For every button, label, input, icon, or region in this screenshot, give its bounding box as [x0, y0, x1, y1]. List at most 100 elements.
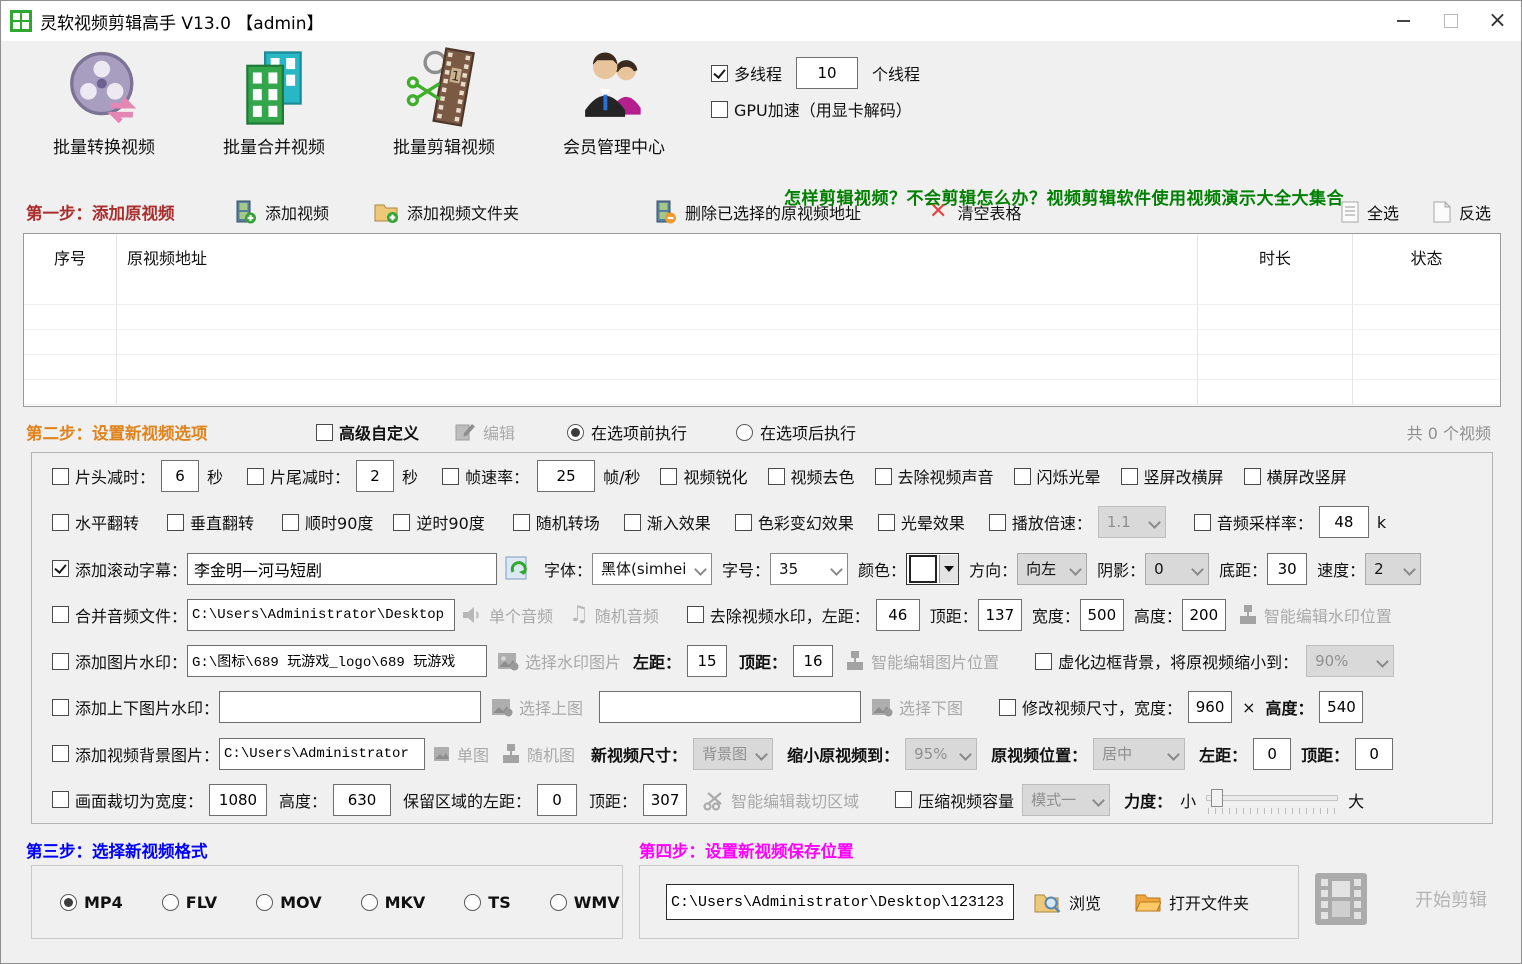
close-button[interactable]: ×	[1474, 1, 1521, 41]
choose-bottom-image-button[interactable]: 选择下图	[871, 695, 963, 719]
maximize-button[interactable]	[1427, 1, 1474, 41]
position-select[interactable]: 居中	[1093, 738, 1185, 770]
format-mkv[interactable]: MKV	[361, 893, 426, 912]
choose-top-image-button[interactable]: 选择上图	[491, 695, 583, 719]
exec-before-radio-group[interactable]: 在选项前执行	[567, 414, 687, 450]
format-wmv[interactable]: WMV	[550, 893, 620, 912]
thread-count-input[interactable]	[796, 57, 858, 89]
smart-watermark-position-button[interactable]: 智能编辑水印位置	[1238, 603, 1392, 627]
image-watermark-left-input[interactable]	[687, 645, 727, 677]
smart-image-position-button[interactable]: 智能编辑图片位置	[845, 649, 999, 673]
head-trim-checkbox[interactable]	[52, 468, 69, 485]
exec-after-radio[interactable]	[736, 424, 753, 441]
halo-checkbox[interactable]	[878, 514, 895, 531]
multithread-checkbox[interactable]	[711, 65, 728, 82]
choose-watermark-image-button[interactable]: 选择水印图片	[497, 649, 621, 673]
new-size-select[interactable]: 背景图	[693, 738, 773, 770]
decolor-checkbox[interactable]	[768, 468, 785, 485]
bg-image-path-input[interactable]	[219, 738, 425, 770]
batch-convert-button[interactable]: 批量转换视频	[19, 47, 189, 158]
tail-trim-checkbox[interactable]	[247, 468, 264, 485]
compress-mode-select[interactable]: 模式一	[1022, 784, 1110, 816]
clear-table-button[interactable]: ✕ 清空表格	[929, 195, 1021, 229]
edit-button[interactable]: 编辑	[453, 414, 515, 450]
bg-left-input[interactable]	[1253, 738, 1291, 770]
v2h-checkbox[interactable]	[1121, 468, 1138, 485]
subtitle-color-select[interactable]	[906, 553, 959, 585]
sample-rate-checkbox[interactable]	[1194, 514, 1211, 531]
format-mov[interactable]: MOV	[256, 893, 321, 912]
tb-watermark-checkbox[interactable]	[52, 699, 69, 716]
random-image-button[interactable]: 随机图	[501, 742, 575, 766]
start-button[interactable]	[1315, 873, 1367, 925]
bottom-image-path-input[interactable]	[599, 691, 861, 723]
refresh-icon[interactable]	[505, 555, 532, 582]
tail-trim-input[interactable]	[356, 460, 394, 492]
subtitle-font-select[interactable]: 黑体(simhei	[592, 553, 712, 585]
remove-watermark-checkbox[interactable]	[687, 606, 704, 623]
browse-button[interactable]: 浏览	[1034, 890, 1101, 914]
image-watermark-top-input[interactable]	[793, 645, 833, 677]
subtitle-speed-select[interactable]: 2	[1365, 553, 1421, 585]
speed-checkbox[interactable]	[989, 514, 1006, 531]
subtitle-text-input[interactable]	[187, 553, 497, 585]
sharpen-checkbox[interactable]	[660, 468, 677, 485]
minimize-button[interactable]	[1380, 1, 1427, 41]
single-image-button[interactable]: 单图	[433, 742, 489, 766]
remove-watermark-top-input[interactable]	[978, 599, 1022, 631]
subtitle-dir-select[interactable]: 向左	[1017, 553, 1087, 585]
head-trim-input[interactable]	[161, 460, 199, 492]
sample-rate-input[interactable]	[1319, 506, 1369, 538]
merge-audio-checkbox[interactable]	[52, 606, 69, 623]
slider-thumb[interactable]	[1211, 789, 1223, 807]
open-folder-button[interactable]: 打开文件夹	[1135, 890, 1249, 914]
crop-width-input[interactable]	[209, 784, 267, 816]
random-audio-button[interactable]: ♫ 随机音频	[569, 603, 659, 627]
batch-merge-button[interactable]: 批量合并视频	[189, 47, 359, 158]
flip-h-checkbox[interactable]	[52, 514, 69, 531]
subtitle-size-select[interactable]: 35	[770, 553, 848, 585]
remove-watermark-left-input[interactable]	[876, 599, 920, 631]
batch-clip-button[interactable]: 1 批量剪辑视频	[359, 47, 529, 158]
image-watermark-path-input[interactable]	[187, 645, 487, 677]
top-image-path-input[interactable]	[219, 691, 481, 723]
fade-in-checkbox[interactable]	[624, 514, 641, 531]
resize-width-input[interactable]	[1188, 691, 1232, 723]
compress-strength-slider[interactable]	[1206, 786, 1338, 814]
add-folder-button[interactable]: 添加视频文件夹	[373, 195, 519, 229]
h2v-checkbox[interactable]	[1244, 468, 1261, 485]
rotate-ccw-checkbox[interactable]	[393, 514, 410, 531]
format-ts[interactable]: TS	[464, 893, 510, 912]
resize-checkbox[interactable]	[999, 699, 1016, 716]
subtitle-checkbox[interactable]	[52, 560, 69, 577]
merge-audio-path-input[interactable]	[187, 599, 455, 631]
remove-watermark-width-input[interactable]	[1080, 599, 1124, 631]
speed-select[interactable]: 1.1	[1098, 506, 1166, 538]
crop-top-input[interactable]	[643, 784, 687, 816]
resize-height-input[interactable]	[1319, 691, 1363, 723]
keep-left-input[interactable]	[537, 784, 577, 816]
color-dropdown-button[interactable]	[939, 555, 958, 583]
subtitle-shadow-select[interactable]: 0	[1145, 553, 1209, 585]
smart-crop-button[interactable]: 智能编辑裁切区域	[703, 788, 859, 812]
format-wmv-radio[interactable]	[550, 894, 567, 911]
single-audio-button[interactable]: 单个音频	[461, 603, 553, 627]
exec-after-radio-group[interactable]: 在选项后执行	[736, 414, 856, 450]
invert-selection-button[interactable]: 反选	[1431, 195, 1491, 229]
gpu-checkbox[interactable]	[711, 101, 728, 118]
format-flv[interactable]: FLV	[162, 893, 217, 912]
crop-checkbox[interactable]	[52, 791, 69, 808]
add-video-button[interactable]: 添加视频	[233, 195, 329, 229]
select-all-button[interactable]: 全选	[1339, 195, 1399, 229]
color-fx-checkbox[interactable]	[735, 514, 752, 531]
delete-selected-button[interactable]: 删除已选择的原视频地址	[653, 195, 861, 229]
exec-before-radio[interactable]	[567, 424, 584, 441]
format-ts-radio[interactable]	[464, 894, 481, 911]
compress-checkbox[interactable]	[895, 791, 912, 808]
format-flv-radio[interactable]	[162, 894, 179, 911]
format-mov-radio[interactable]	[256, 894, 273, 911]
advanced-custom-checkbox[interactable]	[316, 424, 333, 441]
format-mp4-radio[interactable]	[60, 894, 77, 911]
frame-rate-input[interactable]	[537, 460, 595, 492]
mute-checkbox[interactable]	[875, 468, 892, 485]
